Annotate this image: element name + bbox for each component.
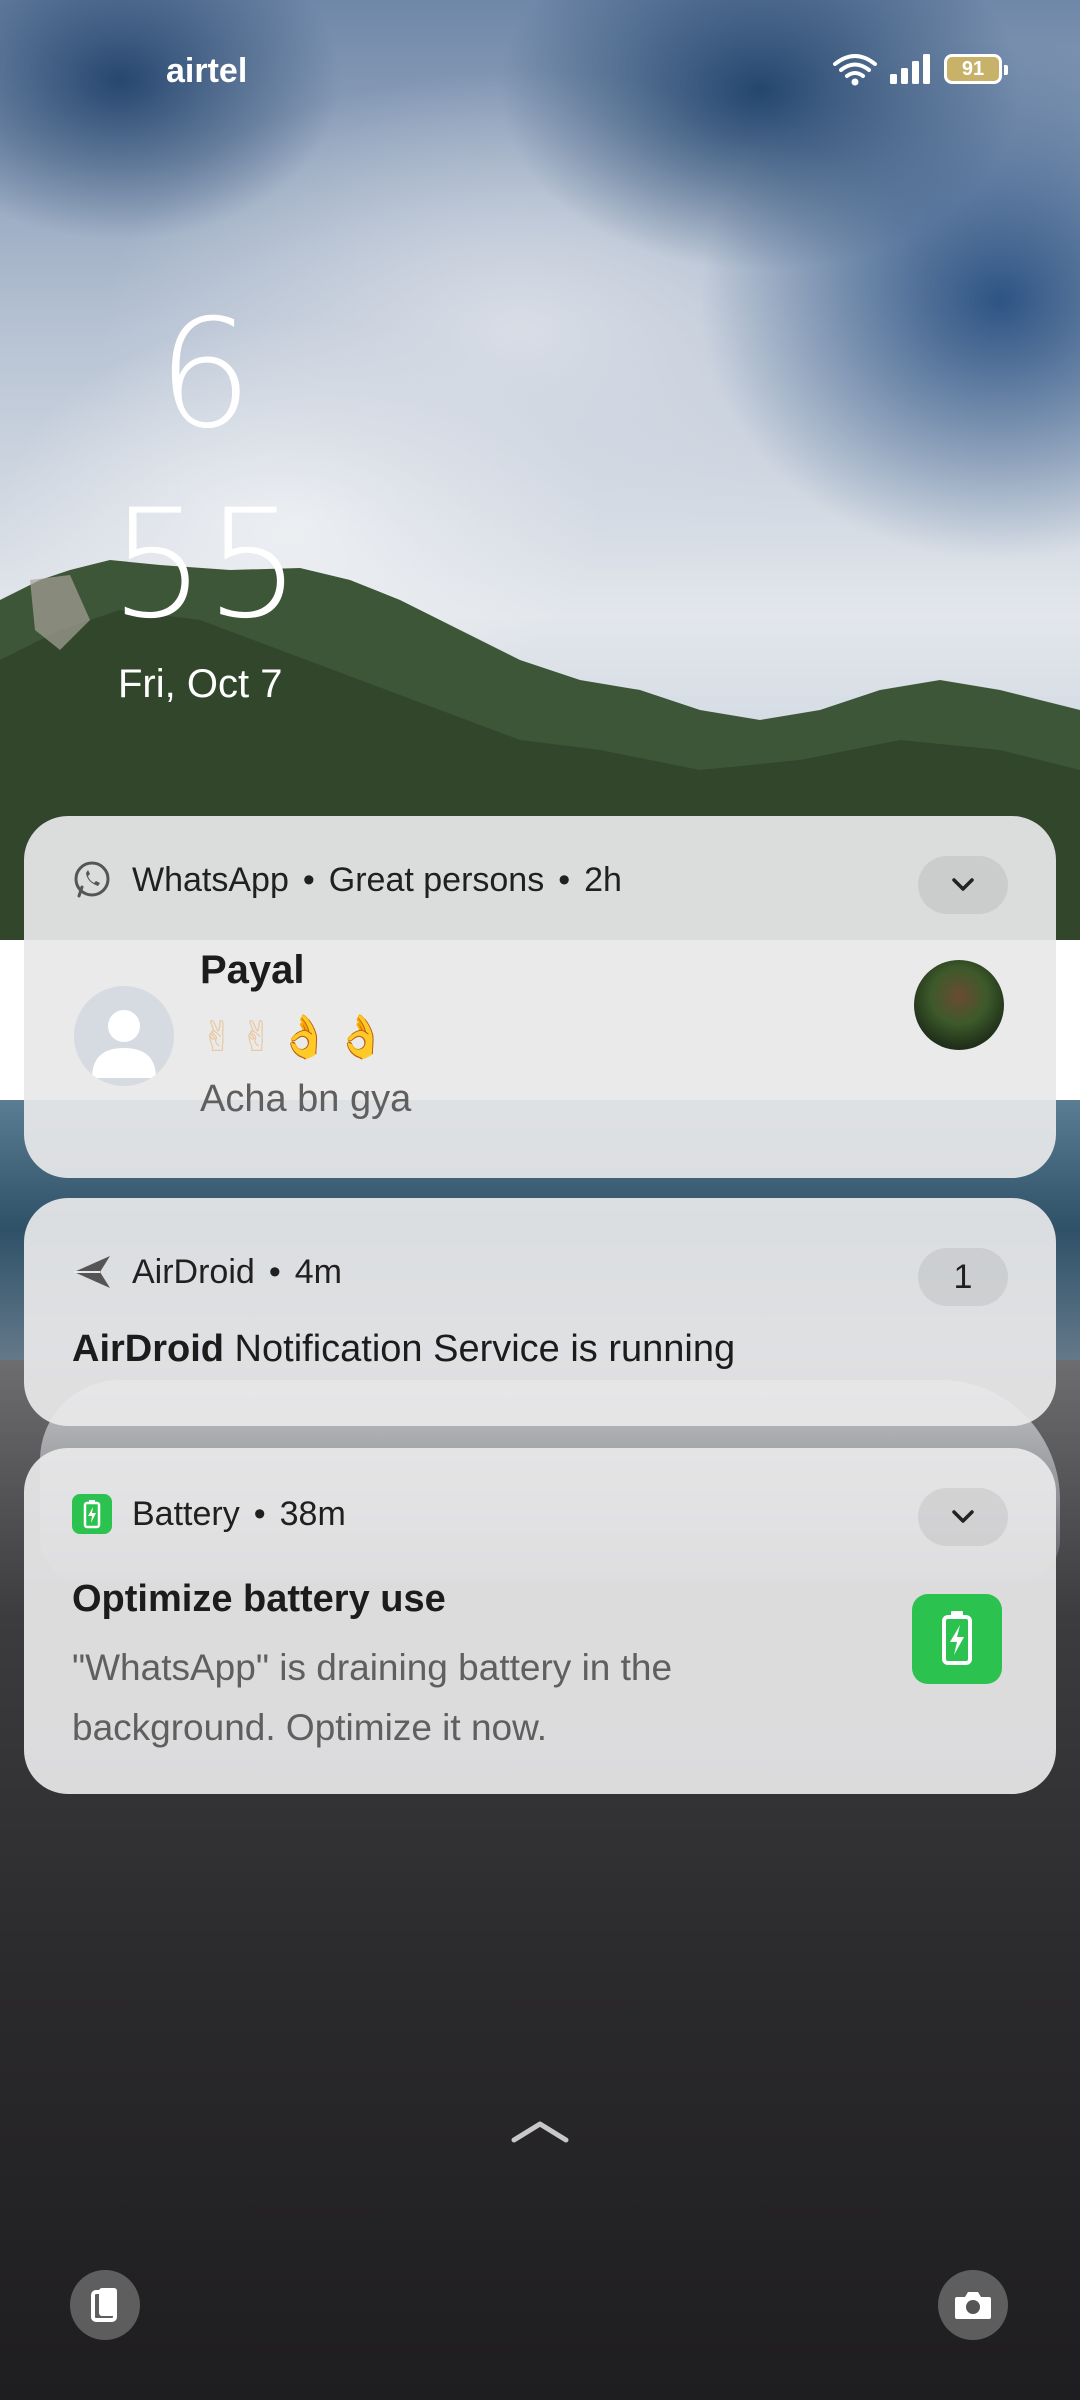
whatsapp-icon: [72, 860, 112, 900]
chevron-down-icon: [952, 878, 974, 891]
status-bar: airtel 91: [0, 44, 1080, 100]
notification-title: Optimize battery use: [72, 1578, 446, 1620]
notification-count: 1: [953, 1257, 973, 1296]
lockscreen-clock: 6 55: [110, 280, 301, 660]
notification-time: 2h: [584, 860, 622, 899]
expand-button[interactable]: [918, 856, 1008, 914]
notification-body-app: AirDroid: [72, 1328, 224, 1370]
notification-header: Battery • 38m: [72, 1494, 346, 1534]
contact-photo: [914, 960, 1004, 1050]
clock-minute: 55: [110, 478, 301, 652]
battery-icon: [72, 1494, 112, 1534]
wallet-shortcut-button[interactable]: [70, 2270, 140, 2340]
notification-whatsapp[interactable]: WhatsApp • Great persons • 2h Payal ✌✌👌👌…: [24, 816, 1056, 1178]
message-text: Acha bn gya: [200, 1078, 412, 1120]
swipe-up-handle[interactable]: [510, 2116, 570, 2151]
chevron-down-icon: [952, 1510, 974, 1523]
notification-header: WhatsApp • Great persons • 2h: [72, 860, 622, 900]
notification-battery[interactable]: Battery • 38m Optimize battery use "What…: [24, 1448, 1056, 1794]
battery-level: 91: [961, 57, 985, 80]
expand-button[interactable]: [918, 1488, 1008, 1546]
airdroid-icon: [72, 1252, 112, 1292]
notification-app-name: Battery: [132, 1494, 240, 1533]
battery-indicator: 91: [944, 54, 1008, 84]
notification-airdroid[interactable]: AirDroid • 4m 1 AirDroid Notification Se…: [24, 1198, 1056, 1426]
status-icons: 91: [832, 52, 1008, 86]
notification-app-name: AirDroid: [132, 1252, 255, 1291]
notification-time: 4m: [294, 1252, 342, 1291]
camera-shortcut-button[interactable]: [938, 2270, 1008, 2340]
clock-hour: 6: [157, 288, 253, 462]
wallet-icon: [91, 2288, 117, 2322]
notification-body-text: Notification Service is running: [224, 1328, 736, 1370]
notification-app-name: WhatsApp: [132, 860, 289, 899]
sender-name: Payal: [200, 948, 305, 992]
camera-icon: [955, 2292, 991, 2319]
message-emoji: ✌✌👌👌: [200, 1013, 391, 1060]
notification-time: 38m: [279, 1494, 346, 1533]
chevron-up-icon: [511, 2121, 569, 2143]
notification-header: AirDroid • 4m: [72, 1252, 342, 1292]
wifi-icon: [833, 54, 877, 86]
notification-body: AirDroid Notification Service is running: [72, 1328, 735, 1371]
notification-count-badge[interactable]: 1: [918, 1248, 1008, 1306]
notification-text: "WhatsApp" is draining battery in the ba…: [72, 1647, 673, 1748]
lockscreen-date: Fri, Oct 7: [118, 662, 283, 706]
avatar: [74, 986, 174, 1086]
battery-saver-icon: [912, 1594, 1002, 1684]
carrier-name: airtel: [166, 52, 248, 90]
cell-signal-icon: [890, 54, 930, 84]
notification-group: Great persons: [328, 860, 545, 899]
